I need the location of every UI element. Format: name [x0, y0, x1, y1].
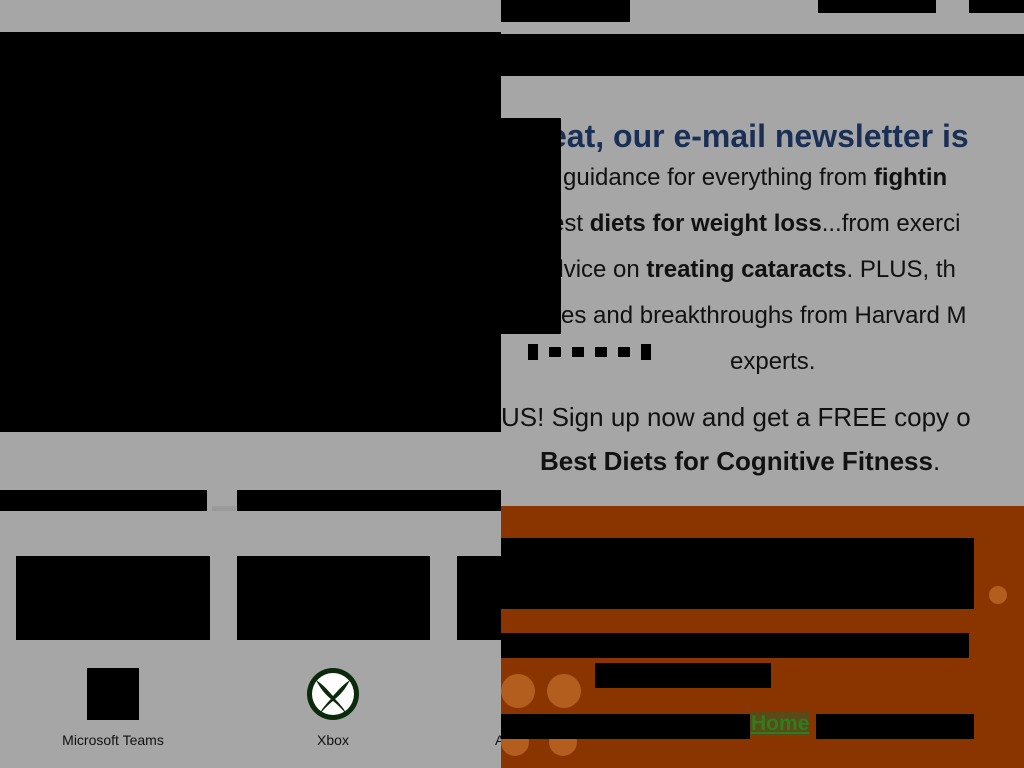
app-label-xbox: Xbox [317, 732, 349, 748]
newsletter-line-5: experts. [730, 348, 816, 375]
decorative-bubble [547, 674, 581, 708]
redacted-footer-link-1[interactable] [501, 714, 750, 739]
redacted-tile-1[interactable] [16, 556, 210, 640]
home-link[interactable]: Home [750, 712, 811, 736]
redacted-strip-left [0, 490, 207, 512]
redacted-top-link-3[interactable] [969, 0, 1024, 13]
redacted-promo-heading [501, 538, 974, 609]
newsletter-line-4: es and breakthroughs from Harvard M [561, 302, 967, 329]
teams-icon [87, 668, 139, 720]
redacted-promo-text-2 [595, 663, 771, 688]
redacted-top-link-2[interactable] [818, 0, 936, 13]
redacted-hero-region [0, 32, 501, 432]
redacted-footer-link-2[interactable] [816, 714, 974, 739]
web-page: eat, our e-mail newsletter is d guidance… [501, 0, 1024, 768]
carousel-dot[interactable] [549, 347, 561, 357]
decorative-bubble [989, 586, 1007, 604]
carousel-dot[interactable] [572, 347, 584, 357]
redacted-tile-2[interactable] [237, 556, 430, 640]
app-xbox[interactable]: Xbox [243, 668, 423, 748]
carousel-dot[interactable] [595, 347, 607, 357]
app-microsoft-teams[interactable]: Microsoft Teams [23, 668, 203, 748]
redacted-promo-text-1 [501, 633, 969, 658]
newsletter-headline: eat, our e-mail newsletter is [549, 118, 969, 154]
newsletter-line-2: est diets for weight loss...from exerci [551, 210, 961, 237]
redacted-tile-3[interactable] [457, 556, 501, 640]
carousel-dot[interactable] [618, 347, 630, 357]
newsletter-offer-line: US! Sign up now and get a FREE copy o [501, 402, 971, 432]
start-menu-panel: Microsoft Teams Xbox A [0, 0, 501, 768]
site-navigation-bar[interactable] [501, 34, 1024, 76]
redacted-top-link-1[interactable] [501, 0, 630, 22]
promo-footer-banner: Home [501, 506, 1024, 768]
newsletter-line-3: advice on treating cataracts. PLUS, th [537, 256, 956, 283]
redacted-strip-right [237, 490, 501, 512]
xbox-icon [307, 668, 359, 720]
carousel-dot[interactable] [528, 344, 538, 360]
newsletter-line-1: d guidance for everything from fightin [543, 164, 948, 191]
start-menu-header [0, 0, 501, 32]
carousel-dot[interactable] [641, 344, 651, 360]
decorative-bubble [501, 674, 535, 708]
carousel-indicator[interactable] [528, 344, 651, 360]
newsletter-offer-title: Best Diets for Cognitive Fitness. [540, 446, 941, 476]
app-label-teams: Microsoft Teams [62, 732, 164, 748]
redacted-popup-overlay [501, 118, 561, 334]
